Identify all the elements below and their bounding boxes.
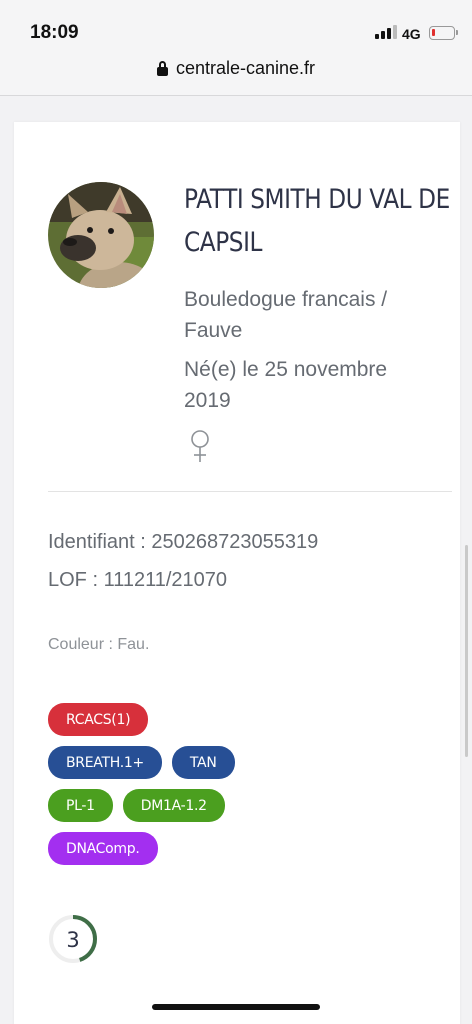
score-value: 3 (66, 928, 79, 952)
scrollbar[interactable] (465, 545, 468, 757)
lock-icon (156, 61, 168, 76)
female-icon (191, 430, 209, 462)
battery-icon (429, 26, 458, 40)
url-bar[interactable]: centrale-canine.fr (0, 54, 472, 96)
tag-breath[interactable]: BREATH.1+ (48, 746, 162, 779)
dog-name: PATTI SMITH DU VAL DE CAPSIL (184, 184, 450, 258)
home-indicator[interactable] (152, 1004, 320, 1010)
dog-identifiant: Identifiant : 250268723055319 (48, 531, 319, 553)
divider (48, 491, 452, 492)
tag-tan[interactable]: TAN (171, 746, 235, 779)
signal-icon (375, 25, 397, 39)
tag-rcacs[interactable]: RCACS(1) (48, 703, 149, 736)
score-ring[interactable]: 3 (48, 914, 98, 964)
tag-dnacomp[interactable]: DNAComp. (48, 832, 158, 865)
health-tags: RCACS(1) BREATH.1+ TAN PL-1 DM1A-1.2 DNA… (48, 703, 448, 875)
status-bar: 18:09 4G (0, 0, 472, 54)
url-text[interactable]: centrale-canine.fr (176, 58, 315, 79)
dog-birth-date: Né(e) le 25 novembre 2019 (184, 358, 388, 412)
tag-dm1a[interactable]: DM1A-1.2 (122, 789, 225, 822)
dog-breed: Bouledogue francais / Fauve (184, 288, 388, 342)
network-label: 4G (402, 26, 421, 42)
dog-card: PATTI SMITH DU VAL DE CAPSIL Bouledogue … (14, 122, 460, 1024)
dog-avatar[interactable] (48, 182, 154, 288)
status-time: 18:09 (30, 22, 79, 43)
tag-pl[interactable]: PL-1 (48, 789, 113, 822)
dog-couleur: Couleur : Fau. (48, 636, 150, 653)
dog-lof: LOF : 111211/21070 (48, 569, 228, 591)
